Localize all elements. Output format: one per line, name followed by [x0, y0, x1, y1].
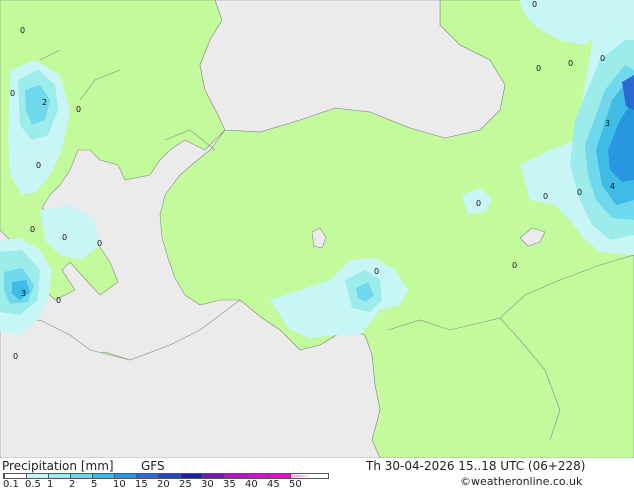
- color-scale-tick: 20: [157, 479, 170, 490]
- value-label: 0: [36, 161, 41, 170]
- color-scale-tick: 50: [289, 479, 302, 490]
- value-label: 4: [610, 182, 615, 191]
- value-label: 2: [42, 98, 47, 107]
- value-label: 0: [600, 54, 605, 63]
- color-scale-tick: 25: [179, 479, 192, 490]
- value-label: 0: [20, 26, 25, 35]
- value-label: 0: [76, 105, 81, 114]
- value-label: 0: [532, 0, 537, 9]
- color-scale-tick: 45: [267, 479, 280, 490]
- value-label: 0: [536, 64, 541, 73]
- value-label: 0: [13, 352, 18, 361]
- color-scale-tick: 5: [91, 479, 98, 490]
- color-scale-tick: 15: [135, 479, 148, 490]
- color-scale-tick: 35: [223, 479, 236, 490]
- value-label: 0: [30, 225, 35, 234]
- color-scale-tick: 1: [47, 479, 54, 490]
- value-label: 0: [56, 296, 61, 305]
- datetime-label: Th 30-04-2026 15..18 UTC (06+228): [366, 459, 586, 473]
- value-label: 0: [577, 188, 582, 197]
- value-label: 0: [512, 261, 517, 270]
- value-label: 0: [97, 239, 102, 248]
- value-label: 3: [605, 119, 610, 128]
- value-label: 0: [568, 59, 573, 68]
- product-label: Precipitation [mm]: [2, 459, 114, 473]
- value-label: 0: [476, 199, 481, 208]
- value-label: 0: [62, 233, 67, 242]
- color-scale-tick: 40: [245, 479, 258, 490]
- color-scale-tick: 30: [201, 479, 214, 490]
- color-scale-tick: 10: [113, 479, 126, 490]
- value-label: 3: [21, 289, 26, 298]
- color-scale-tick: 2: [69, 479, 76, 490]
- color-scale-tick: 0.1: [3, 479, 19, 490]
- value-label: 0: [10, 89, 15, 98]
- color-scale-tick: 0.5: [25, 479, 41, 490]
- value-label: 0: [374, 267, 379, 276]
- model-label: GFS: [141, 459, 165, 473]
- precipitation-map: 0 2 0 0 0 0 0 3 0 0 0 0 0 3 4 0 0 0 0 0 …: [0, 0, 634, 458]
- footer-bar: 0.1 0.5 1 2 5 10 15 20 25 30 35 40 45 50 Precipitatio…: [0, 458, 634, 490]
- value-label: 0: [543, 192, 548, 201]
- credit-link[interactable]: ©weatheronline.co.uk: [460, 475, 582, 489]
